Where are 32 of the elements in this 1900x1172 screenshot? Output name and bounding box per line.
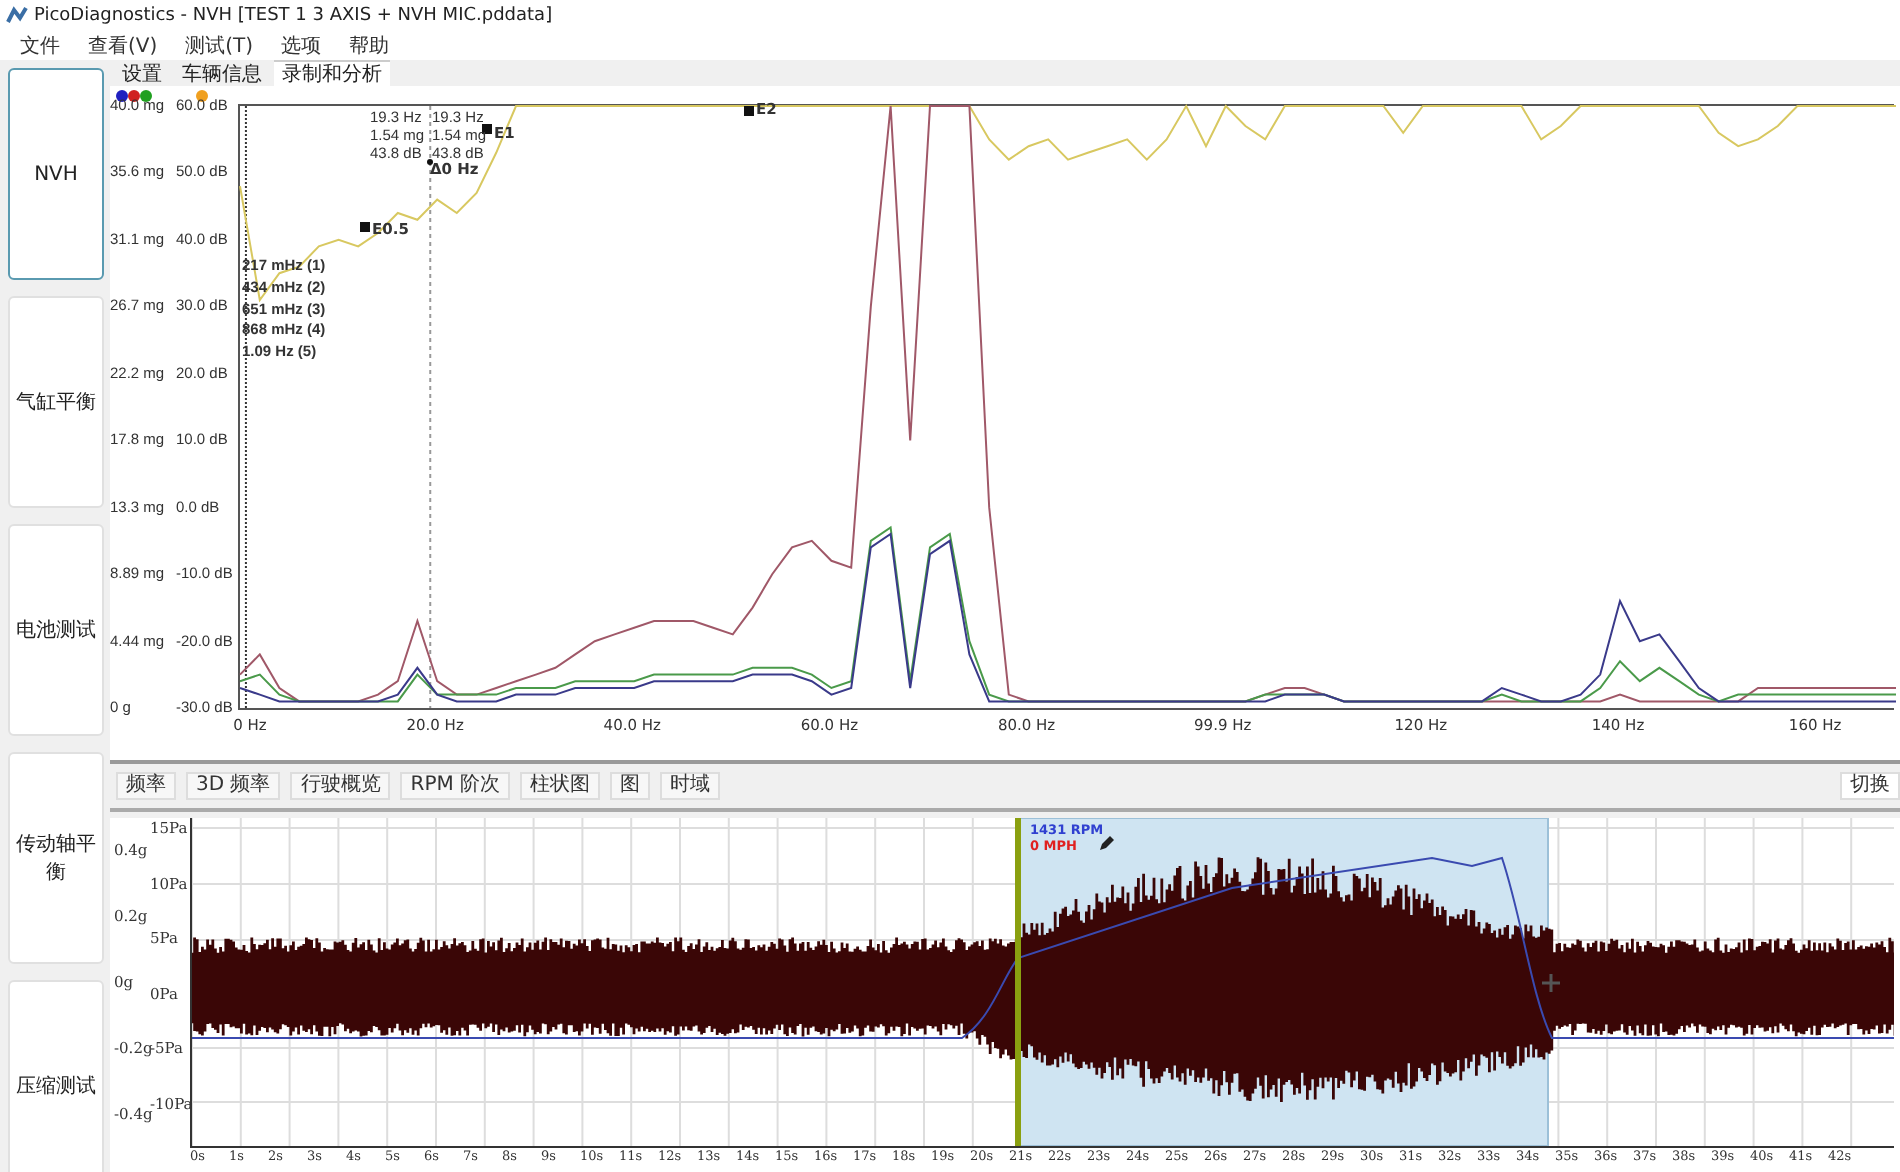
tab[interactable]: 录制和分析	[274, 60, 390, 86]
view-button[interactable]: 时域	[660, 772, 721, 800]
marker-square	[482, 124, 492, 134]
sidebar-item[interactable]: 气缸平衡	[8, 296, 104, 508]
sidebar-item[interactable]: 压缩测试	[8, 980, 104, 1172]
marker-square	[360, 222, 370, 232]
cursor-point	[427, 159, 433, 165]
view-button[interactable]: 图	[610, 772, 651, 800]
crosshair-icon	[1542, 974, 1560, 992]
sidebar-item[interactable]: 传动轴平衡	[8, 752, 104, 964]
pencil-icon[interactable]	[1098, 836, 1114, 852]
menu-item[interactable]: 帮助	[349, 32, 390, 60]
view-button[interactable]: 柱状图	[520, 772, 601, 800]
tab[interactable]: 设置	[114, 60, 170, 86]
tab[interactable]: 车辆信息	[174, 60, 270, 86]
view-button[interactable]: 3D 频率	[186, 772, 281, 800]
channel-dot[interactable]	[196, 89, 208, 101]
menu-item[interactable]: 选项	[281, 32, 322, 60]
menu-item[interactable]: 查看(V)	[88, 32, 158, 60]
view-button[interactable]: RPM 阶次	[400, 772, 511, 800]
switch-button[interactable]: 切换	[1840, 772, 1900, 800]
sidebar-item[interactable]: NVH	[8, 68, 104, 280]
window-title: PicoDiagnostics - NVH [TEST 1 3 AXIS + NVH MIC.pddata]	[34, 6, 553, 26]
harmonic-cursor-line[interactable]	[244, 105, 247, 709]
menu-item[interactable]: 测试(T)	[185, 32, 254, 60]
marker-square	[744, 106, 754, 116]
view-button[interactable]: 行驶概览	[290, 772, 391, 800]
app-icon	[6, 6, 28, 26]
view-button[interactable]: 频率	[116, 772, 176, 800]
menu-item[interactable]: 文件	[20, 32, 60, 60]
sidebar-item[interactable]: 电池测试	[8, 524, 104, 736]
cursor-line[interactable]	[429, 105, 432, 709]
